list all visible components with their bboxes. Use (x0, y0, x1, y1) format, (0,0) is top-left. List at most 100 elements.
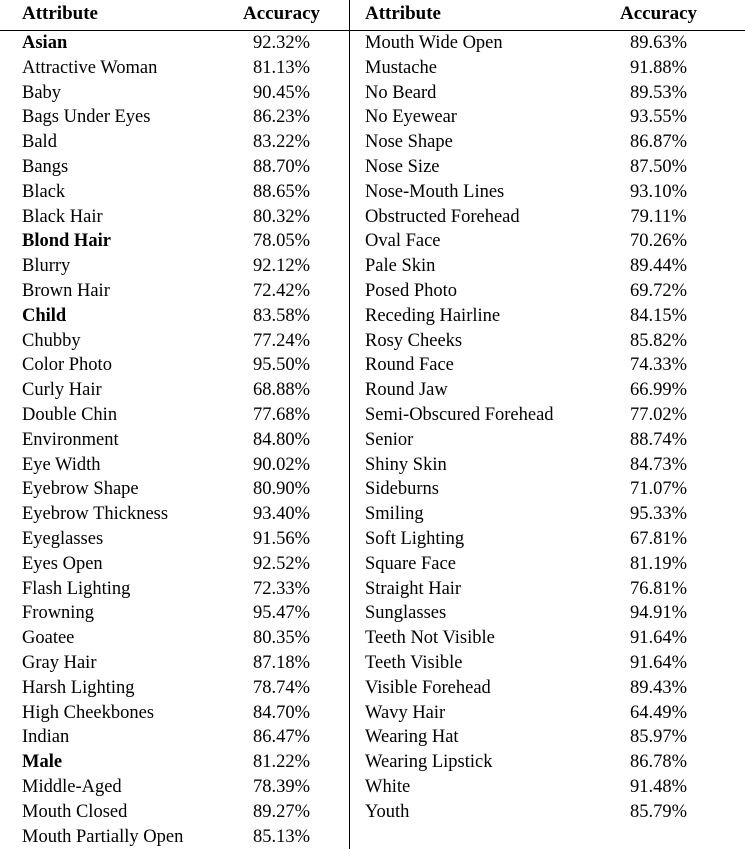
table-row: Rosy Cheeks 85.82% (349, 329, 745, 354)
attribute-accuracy-value: 78.74% (252, 677, 311, 698)
attribute-name: Double Chin (22, 404, 118, 425)
attribute-accuracy-value: 77.24% (252, 330, 311, 351)
attribute-name: Attractive Woman (22, 57, 158, 78)
attribute-accuracy-value: 91.48% (629, 776, 688, 797)
attribute-accuracy-value: 89.63% (629, 33, 688, 53)
attribute-name: Bald (22, 132, 57, 153)
table-row: Straight Hair 76.81% (349, 577, 745, 602)
empty-cell (594, 825, 745, 849)
table-row: Teeth Visible 91.64% (349, 651, 745, 676)
table-row: Youth 85.79% (349, 800, 745, 825)
table-row: Black 88.65% (0, 180, 349, 205)
table-row-empty (349, 825, 745, 849)
table-row: Double Chin 77.68% (0, 403, 349, 428)
attribute-name: Harsh Lighting (22, 677, 135, 698)
table-row: Nose Size 87.50% (349, 155, 745, 180)
table-row: Baby 90.45% (0, 81, 349, 106)
attribute-accuracy-value: 91.88% (629, 57, 688, 78)
attribute-name: Child (22, 305, 67, 326)
attribute-name: Baby (22, 82, 62, 103)
table-row: Goatee 80.35% (0, 626, 349, 651)
table-row: Male 81.22% (0, 750, 349, 775)
attribute-name: Mouth Partially Open (22, 826, 184, 847)
attribute-name: Teeth Not Visible (365, 628, 495, 649)
table-row: Shiny Skin 84.73% (349, 453, 745, 478)
header-row: Attribute Accuracy (349, 0, 745, 31)
attribute-accuracy-value: 77.68% (252, 404, 311, 425)
attribute-accuracy-value: 83.58% (252, 305, 311, 326)
accuracy-table-left: Attribute Accuracy Asian 92.32% Attractive… (0, 0, 349, 849)
attribute-name: Rosy Cheeks (365, 330, 463, 351)
attribute-accuracy-value: 95.33% (629, 504, 688, 525)
table-row: Square Face 81.19% (349, 552, 745, 577)
table-row: Indian 86.47% (0, 725, 349, 750)
table-row: Round Jaw 66.99% (349, 378, 745, 403)
attribute-accuracy-value: 87.18% (252, 652, 311, 673)
table-row: Brown Hair 72.42% (0, 279, 349, 304)
table-columns-container: Attribute Accuracy Asian 92.32% Attractive… (0, 0, 745, 849)
attribute-name: Eyeglasses (22, 528, 104, 549)
attribute-name: Nose Size (365, 156, 440, 177)
table-row: Blond Hair 78.05% (0, 229, 349, 254)
table-header-right: Attribute Accuracy (349, 0, 745, 31)
attribute-name: Blond Hair (22, 231, 111, 252)
table-row: No Eyewear 93.55% (349, 105, 745, 130)
attribute-accuracy-value: 72.33% (252, 578, 311, 599)
attribute-accuracy-value: 77.02% (629, 404, 688, 425)
attribute-accuracy-value: 79.11% (630, 206, 687, 227)
attribute-accuracy-value: 89.44% (629, 256, 688, 277)
attribute-accuracy-value: 66.99% (629, 380, 688, 401)
table-row: Nose-Mouth Lines 93.10% (349, 180, 745, 205)
attribute-name: Semi-Obscured Forehead (365, 404, 554, 425)
attribute-name: Eyebrow Thickness (22, 504, 169, 525)
table-row: Visible Forehead 89.43% (349, 676, 745, 701)
attribute-name: Frowning (22, 603, 94, 624)
table-row: Bangs 88.70% (0, 155, 349, 180)
table-row: Sunglasses 94.91% (349, 601, 745, 626)
attribute-name: Male (22, 752, 63, 773)
table-row: Mouth Partially Open 85.13% (0, 825, 349, 849)
table-row: Harsh Lighting 78.74% (0, 676, 349, 701)
attribute-name: Color Photo (22, 355, 112, 376)
attribute-name: Gray Hair (22, 652, 97, 673)
attribute-name: Pale Skin (365, 256, 436, 277)
table-row: No Beard 89.53% (349, 81, 745, 106)
attribute-name: Wearing Hat (365, 727, 459, 748)
attribute-name: Mouth Closed (22, 801, 128, 822)
table-row: Bald 83.22% (0, 130, 349, 155)
attribute-name: Nose Shape (365, 132, 453, 153)
table-row: Wavy Hair 64.49% (349, 701, 745, 726)
attribute-accuracy-value: 81.22% (252, 752, 311, 773)
table-row: Mouth Wide Open 89.63% (349, 31, 745, 56)
table-row: Mouth Closed 89.27% (0, 800, 349, 825)
column-header-accuracy: Accuracy (594, 0, 745, 31)
attribute-accuracy-value: 68.88% (252, 380, 311, 401)
attribute-name: Soft Lighting (365, 528, 465, 549)
attribute-name: Round Face (365, 355, 454, 376)
column-header-accuracy: Accuracy (232, 0, 349, 31)
table-row: Blurry 92.12% (0, 254, 349, 279)
attribute-name: Curly Hair (22, 380, 102, 401)
attribute-name: Bangs (22, 156, 69, 177)
table-row: Middle-Aged 78.39% (0, 775, 349, 800)
attribute-accuracy-value: 86.87% (629, 132, 688, 153)
attribute-name: Blurry (22, 256, 71, 277)
attribute-name: Smiling (365, 504, 424, 525)
attribute-accuracy-value: 85.13% (252, 826, 311, 847)
attribute-accuracy-value: 95.50% (252, 355, 311, 376)
table-row: Oval Face 70.26% (349, 229, 745, 254)
attribute-name: Mouth Wide Open (365, 33, 503, 53)
attribute-name: Wavy Hair (365, 702, 446, 723)
attribute-accuracy-value: 91.64% (629, 652, 688, 673)
attribute-name: Middle-Aged (22, 776, 122, 797)
table-row: White 91.48% (349, 775, 745, 800)
attribute-accuracy-value: 93.40% (252, 504, 311, 525)
attribute-name: Visible Forehead (365, 677, 491, 698)
column-header-attribute: Attribute (349, 0, 594, 31)
attribute-accuracy-value: 74.33% (629, 355, 688, 376)
table-row: Senior 88.74% (349, 428, 745, 453)
table-row: Eyes Open 92.52% (0, 552, 349, 577)
attribute-accuracy-value: 71.07% (629, 479, 688, 500)
attribute-name: Obstructed Forehead (365, 206, 520, 227)
table-row: Posed Photo 69.72% (349, 279, 745, 304)
